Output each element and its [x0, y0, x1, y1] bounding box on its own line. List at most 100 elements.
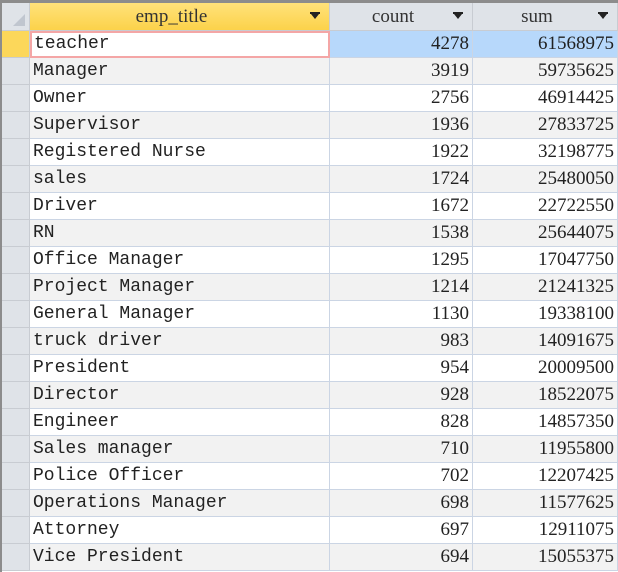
- filter-dropdown-icon[interactable]: [453, 12, 463, 19]
- row-selector[interactable]: [2, 166, 30, 193]
- cell-emp-title[interactable]: truck driver: [30, 328, 330, 355]
- row-selector[interactable]: [2, 139, 30, 166]
- cell-sum[interactable]: 11955800: [473, 436, 618, 463]
- cell-emp-title[interactable]: Vice President: [30, 544, 330, 571]
- cell-count[interactable]: 2756: [330, 85, 473, 112]
- cell-sum[interactable]: 27833725: [473, 112, 618, 139]
- cell-count[interactable]: 702: [330, 463, 473, 490]
- cell-emp-title[interactable]: sales: [30, 166, 330, 193]
- cell-sum[interactable]: 12911075: [473, 517, 618, 544]
- cell-sum[interactable]: 21241325: [473, 274, 618, 301]
- cell-sum[interactable]: 14857350: [473, 409, 618, 436]
- cell-count[interactable]: 698: [330, 490, 473, 517]
- cell-count[interactable]: 1295: [330, 247, 473, 274]
- cell-sum[interactable]: 17047750: [473, 247, 618, 274]
- cell-count[interactable]: 710: [330, 436, 473, 463]
- cell-sum[interactable]: 20009500: [473, 355, 618, 382]
- cell-sum[interactable]: 25480050: [473, 166, 618, 193]
- filter-dropdown-icon[interactable]: [598, 12, 608, 19]
- table-row[interactable]: Project Manager 1214 21241325: [2, 274, 618, 301]
- row-selector[interactable]: [2, 355, 30, 382]
- cell-count[interactable]: 3919: [330, 58, 473, 85]
- select-all-button[interactable]: [2, 3, 30, 31]
- table-row[interactable]: General Manager 1130 19338100: [2, 301, 618, 328]
- table-row[interactable]: Owner 2756 46914425: [2, 85, 618, 112]
- table-row[interactable]: Supervisor 1936 27833725: [2, 112, 618, 139]
- cell-emp-title[interactable]: RN: [30, 220, 330, 247]
- cell-count[interactable]: 1936: [330, 112, 473, 139]
- row-selector[interactable]: [2, 58, 30, 85]
- table-row[interactable]: Operations Manager 698 11577625: [2, 490, 618, 517]
- column-header-emp-title[interactable]: emp_title: [30, 3, 330, 31]
- cell-sum[interactable]: 14091675: [473, 328, 618, 355]
- cell-emp-title[interactable]: Engineer: [30, 409, 330, 436]
- cell-sum[interactable]: 11577625: [473, 490, 618, 517]
- cell-emp-title[interactable]: Supervisor: [30, 112, 330, 139]
- cell-emp-title[interactable]: Project Manager: [30, 274, 330, 301]
- cell-emp-title[interactable]: Police Officer: [30, 463, 330, 490]
- cell-sum[interactable]: 12207425: [473, 463, 618, 490]
- cell-count[interactable]: 954: [330, 355, 473, 382]
- table-row[interactable]: Engineer 828 14857350: [2, 409, 618, 436]
- cell-emp-title[interactable]: Operations Manager: [30, 490, 330, 517]
- cell-emp-title[interactable]: Registered Nurse: [30, 139, 330, 166]
- cell-sum[interactable]: 22722550: [473, 193, 618, 220]
- cell-sum[interactable]: 46914425: [473, 85, 618, 112]
- table-row[interactable]: truck driver 983 14091675: [2, 328, 618, 355]
- table-row[interactable]: Attorney 697 12911075: [2, 517, 618, 544]
- cell-emp-title[interactable]: Owner: [30, 85, 330, 112]
- row-selector[interactable]: [2, 382, 30, 409]
- cell-emp-title[interactable]: Director: [30, 382, 330, 409]
- row-selector[interactable]: [2, 247, 30, 274]
- table-row[interactable]: Registered Nurse 1922 32198775: [2, 139, 618, 166]
- cell-count[interactable]: 928: [330, 382, 473, 409]
- cell-count[interactable]: 1130: [330, 301, 473, 328]
- cell-count[interactable]: 1214: [330, 274, 473, 301]
- table-row[interactable]: Vice President 694 15055375: [2, 544, 618, 571]
- cell-emp-title[interactable]: General Manager: [30, 301, 330, 328]
- cell-count[interactable]: 1922: [330, 139, 473, 166]
- row-selector[interactable]: [2, 328, 30, 355]
- cell-emp-title[interactable]: Attorney: [30, 517, 330, 544]
- cell-count[interactable]: 1672: [330, 193, 473, 220]
- row-selector[interactable]: [2, 85, 30, 112]
- row-selector[interactable]: [2, 112, 30, 139]
- cell-count[interactable]: 694: [330, 544, 473, 571]
- table-row[interactable]: Manager 3919 59735625: [2, 58, 618, 85]
- cell-count[interactable]: 697: [330, 517, 473, 544]
- table-row[interactable]: RN 1538 25644075: [2, 220, 618, 247]
- row-selector[interactable]: [2, 31, 30, 58]
- table-row[interactable]: Sales manager 710 11955800: [2, 436, 618, 463]
- column-header-sum[interactable]: sum: [473, 3, 618, 31]
- table-row[interactable]: teacher 4278 61568975: [2, 31, 618, 58]
- row-selector[interactable]: [2, 490, 30, 517]
- cell-count[interactable]: 983: [330, 328, 473, 355]
- table-row[interactable]: Director 928 18522075: [2, 382, 618, 409]
- cell-sum[interactable]: 61568975: [473, 31, 618, 58]
- cell-emp-title[interactable]: Office Manager: [30, 247, 330, 274]
- cell-emp-title[interactable]: teacher: [30, 31, 330, 58]
- cell-sum[interactable]: 32198775: [473, 139, 618, 166]
- row-selector[interactable]: [2, 193, 30, 220]
- cell-sum[interactable]: 18522075: [473, 382, 618, 409]
- cell-count[interactable]: 1538: [330, 220, 473, 247]
- row-selector[interactable]: [2, 220, 30, 247]
- row-selector[interactable]: [2, 517, 30, 544]
- table-row[interactable]: Police Officer 702 12207425: [2, 463, 618, 490]
- cell-count[interactable]: 1724: [330, 166, 473, 193]
- cell-emp-title[interactable]: Manager: [30, 58, 330, 85]
- cell-emp-title[interactable]: Sales manager: [30, 436, 330, 463]
- filter-dropdown-icon[interactable]: [310, 12, 320, 19]
- cell-emp-title[interactable]: President: [30, 355, 330, 382]
- row-selector[interactable]: [2, 463, 30, 490]
- cell-count[interactable]: 828: [330, 409, 473, 436]
- table-row[interactable]: Office Manager 1295 17047750: [2, 247, 618, 274]
- row-selector[interactable]: [2, 544, 30, 571]
- cell-sum[interactable]: 15055375: [473, 544, 618, 571]
- table-row[interactable]: sales 1724 25480050: [2, 166, 618, 193]
- row-selector[interactable]: [2, 274, 30, 301]
- cell-sum[interactable]: 19338100: [473, 301, 618, 328]
- cell-sum[interactable]: 25644075: [473, 220, 618, 247]
- table-row[interactable]: President 954 20009500: [2, 355, 618, 382]
- row-selector[interactable]: [2, 436, 30, 463]
